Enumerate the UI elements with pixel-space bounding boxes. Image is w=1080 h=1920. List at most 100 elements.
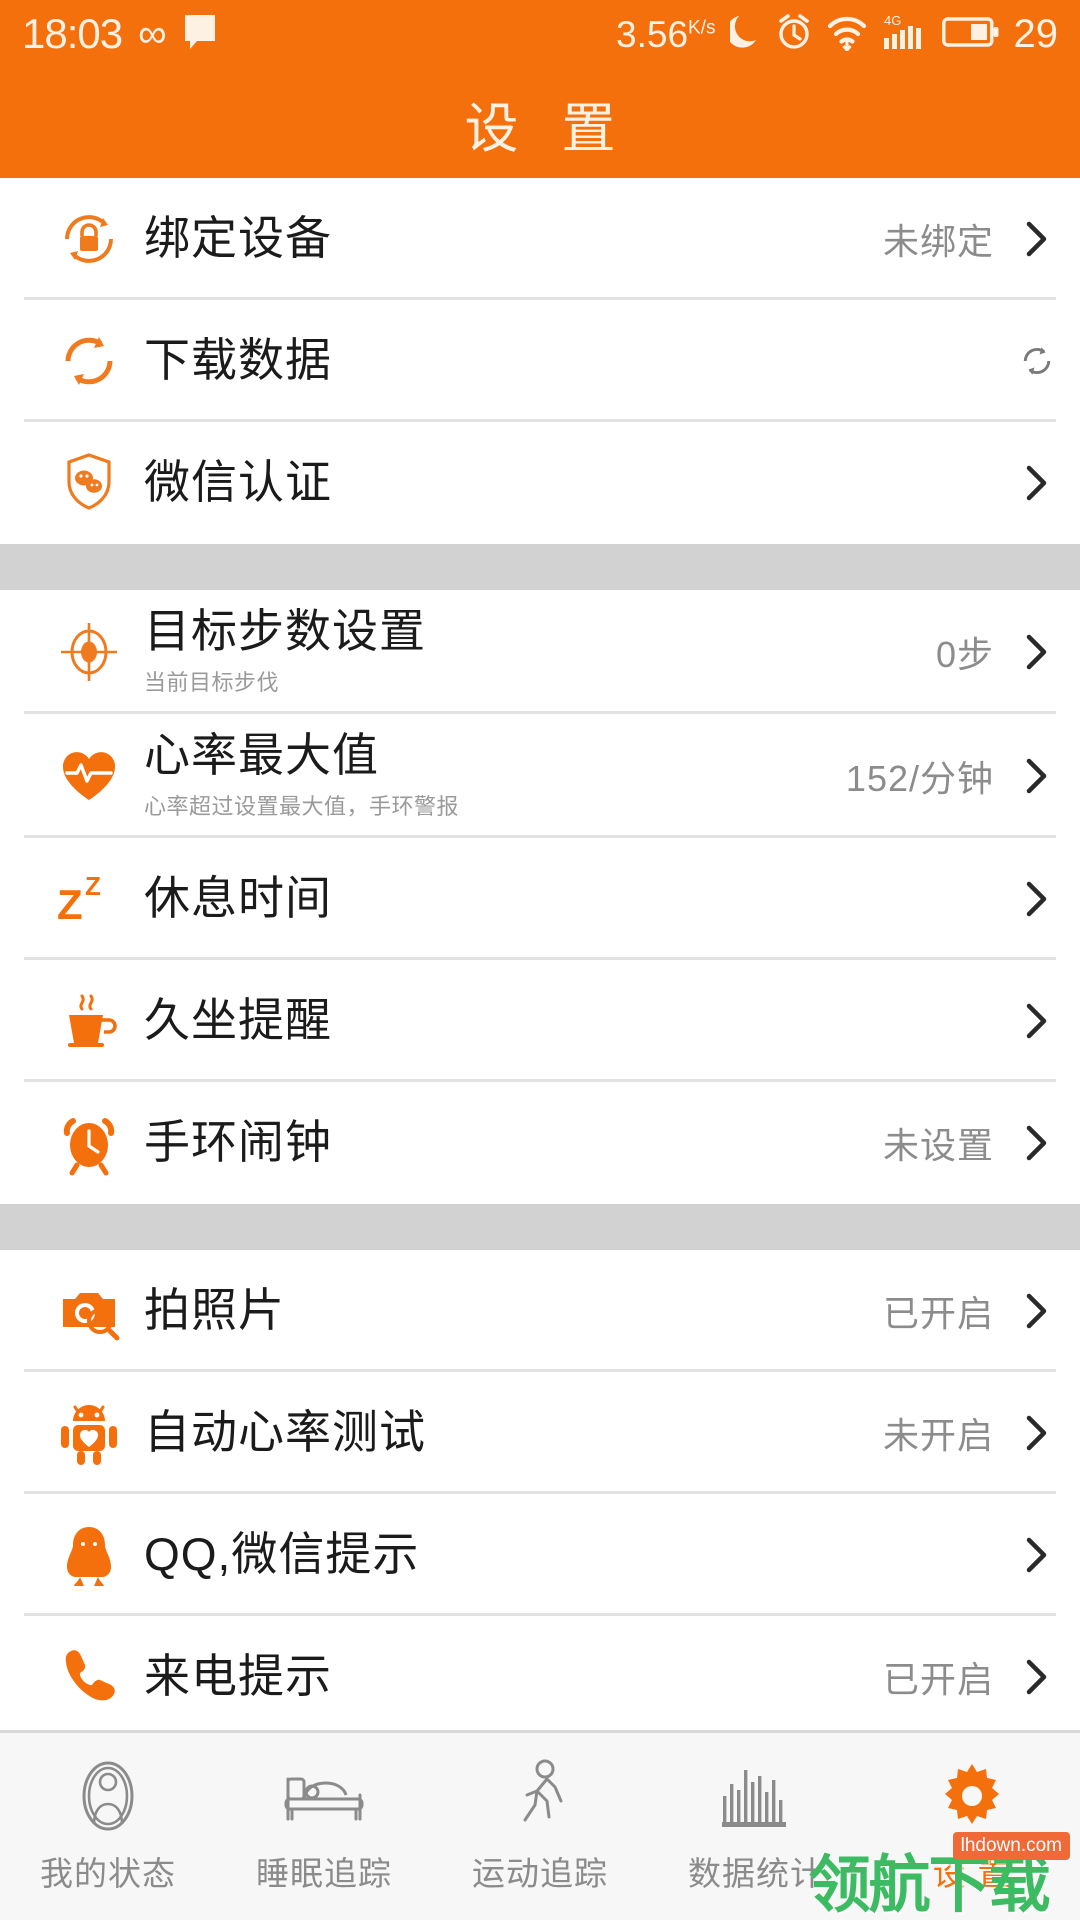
bed-icon <box>282 1757 366 1835</box>
chevron-right-icon[interactable] <box>1020 219 1054 259</box>
row-bind-device[interactable]: 绑定设备 未绑定 <box>0 178 1080 300</box>
row-tail <box>1020 335 1054 387</box>
row-labels: 目标步数设置 当前目标步伐 <box>144 605 426 697</box>
heart-rate-icon <box>52 739 126 813</box>
row-labels: 自动心率测试 <box>144 1406 426 1459</box>
row-qq-wechat-notify[interactable]: QQ,微信提示 <box>0 1494 1080 1616</box>
camera-icon <box>52 1274 126 1348</box>
row-label: 久坐提醒 <box>144 994 332 1047</box>
row-label: QQ,微信提示 <box>144 1528 420 1581</box>
coffee-cup-icon <box>52 984 126 1058</box>
chevron-right-icon[interactable] <box>1020 1123 1054 1163</box>
row-band-alarm[interactable]: 手环闹钟 未设置 <box>0 1082 1080 1204</box>
status-bar: 18:03 ∞ 3.56K/s 4G 29 <box>0 0 1080 68</box>
row-label: 自动心率测试 <box>144 1406 426 1459</box>
sleep-zz-icon: Z Z <box>52 862 126 936</box>
chevron-right-icon[interactable] <box>1020 1413 1054 1453</box>
row-value: 152/分钟 <box>845 758 994 799</box>
tab-label: 我的状态 <box>40 1855 176 1892</box>
row-labels: 下载数据 <box>144 334 332 387</box>
refresh-icon[interactable] <box>1020 335 1054 387</box>
settings-screen: 18:03 ∞ 3.56K/s 4G 29 设 置 绑定设备 未绑定 下载数据 … <box>0 0 1080 1920</box>
wechat-shield-icon <box>52 446 126 520</box>
tab-data-statistics[interactable]: 数据统计 <box>648 1757 864 1895</box>
row-label: 目标步数设置 <box>144 605 426 658</box>
infinity-icon: ∞ <box>138 12 167 56</box>
row-labels: 手环闹钟 <box>144 1116 332 1169</box>
chevron-right-icon[interactable] <box>1020 1657 1054 1697</box>
tab-label: 设 置 <box>932 1855 1012 1892</box>
chevron-right-icon[interactable] <box>1020 1291 1054 1331</box>
tab-sleep-tracking[interactable]: 睡眠追踪 <box>216 1757 432 1895</box>
row-wechat-auth[interactable]: 微信认证 <box>0 422 1080 544</box>
chevron-right-icon[interactable] <box>1020 879 1054 919</box>
qq-penguin-icon <box>52 1518 126 1592</box>
battery-level-text: 29 <box>1013 12 1059 56</box>
tab-exercise-tracking[interactable]: 运动追踪 <box>432 1757 648 1895</box>
tab-label: 数据统计 <box>688 1855 824 1892</box>
network-speed-text: 3.56K/s <box>616 13 716 55</box>
chevron-right-icon[interactable] <box>1020 756 1054 796</box>
chevron-right-icon[interactable] <box>1020 1001 1054 1041</box>
row-labels: 绑定设备 <box>144 212 332 265</box>
row-tail <box>1020 463 1054 503</box>
chevron-right-icon[interactable] <box>1020 463 1054 503</box>
row-tail <box>1020 1001 1054 1041</box>
settings-list[interactable]: 绑定设备 未绑定 下载数据 微信认证 目标步数设置 当前目标步伐 0步 心率最大… <box>0 178 1080 1730</box>
tab-my-status[interactable]: 我的状态 <box>0 1757 216 1895</box>
row-tail: 未设置 <box>883 1117 1054 1169</box>
android-robot-icon <box>52 1396 126 1470</box>
row-value: 未绑定 <box>882 221 994 262</box>
row-tail <box>1020 1535 1054 1575</box>
lock-sync-icon <box>52 202 126 276</box>
row-step-goal[interactable]: 目标步数设置 当前目标步伐 0步 <box>0 590 1080 714</box>
battery-icon <box>941 15 1000 54</box>
row-labels: 来电提示 <box>144 1651 332 1702</box>
row-take-photo[interactable]: 拍照片 已开启 <box>0 1250 1080 1372</box>
row-tail: 未开启 <box>883 1407 1054 1459</box>
row-labels: QQ,微信提示 <box>144 1528 420 1581</box>
row-tail: 152/分钟 <box>846 750 1054 802</box>
moon-icon <box>725 13 762 56</box>
row-label: 手环闹钟 <box>144 1116 332 1169</box>
svg-text:4G: 4G <box>884 13 901 28</box>
row-label: 休息时间 <box>144 872 332 925</box>
clock-text: 18:03 <box>22 10 123 57</box>
row-label: 微信认证 <box>144 456 332 509</box>
row-subtitle: 当前目标步伐 <box>144 669 280 695</box>
status-bar-left: 18:03 ∞ <box>22 13 217 56</box>
message-icon <box>183 13 217 56</box>
tab-label: 运动追踪 <box>472 1855 608 1892</box>
row-label: 下载数据 <box>144 334 332 387</box>
tab-label: 睡眠追踪 <box>256 1855 392 1892</box>
row-rest-time[interactable]: Z Z 休息时间 <box>0 838 1080 960</box>
alarm-clock-icon <box>52 1106 126 1180</box>
row-labels: 微信认证 <box>144 456 332 509</box>
row-max-heart-rate[interactable]: 心率最大值 心率超过设置最大值，手环警报 152/分钟 <box>0 714 1080 838</box>
row-sedentary-reminder[interactable]: 久坐提醒 <box>0 960 1080 1082</box>
chevron-right-icon[interactable] <box>1020 1535 1054 1575</box>
app-header: 设 置 <box>0 68 1080 178</box>
phone-call-icon <box>52 1640 126 1714</box>
row-download-data[interactable]: 下载数据 <box>0 300 1080 422</box>
bar-chart-icon <box>719 1757 793 1835</box>
row-labels: 久坐提醒 <box>144 994 332 1047</box>
row-tail: 未绑定 <box>883 213 1054 265</box>
row-value: 已开启 <box>882 1293 994 1334</box>
row-value: 未设置 <box>882 1125 994 1166</box>
row-value: 已开启 <box>882 1659 994 1700</box>
svg-text:Z: Z <box>85 871 101 901</box>
refresh-circle-icon <box>52 324 126 398</box>
row-labels: 心率最大值 心率超过设置最大值，手环警报 <box>144 730 459 821</box>
bottom-navigation[interactable]: 我的状态 睡眠追踪 运动追踪 数据统计 设 置 领航下载 lhdown.com <box>0 1730 1080 1920</box>
chevron-right-icon[interactable] <box>1020 632 1054 672</box>
tab-settings[interactable]: 设 置 <box>864 1757 1080 1895</box>
person-status-icon <box>72 1757 144 1835</box>
row-incoming-call-notify[interactable]: 来电提示 已开启 <box>0 1616 1080 1730</box>
section-separator <box>0 1204 1080 1250</box>
svg-text:Z: Z <box>57 881 83 928</box>
row-label: 绑定设备 <box>144 212 332 265</box>
alarm-clock-icon <box>776 13 812 56</box>
wifi-icon <box>826 13 868 56</box>
row-auto-heart-rate[interactable]: 自动心率测试 未开启 <box>0 1372 1080 1494</box>
